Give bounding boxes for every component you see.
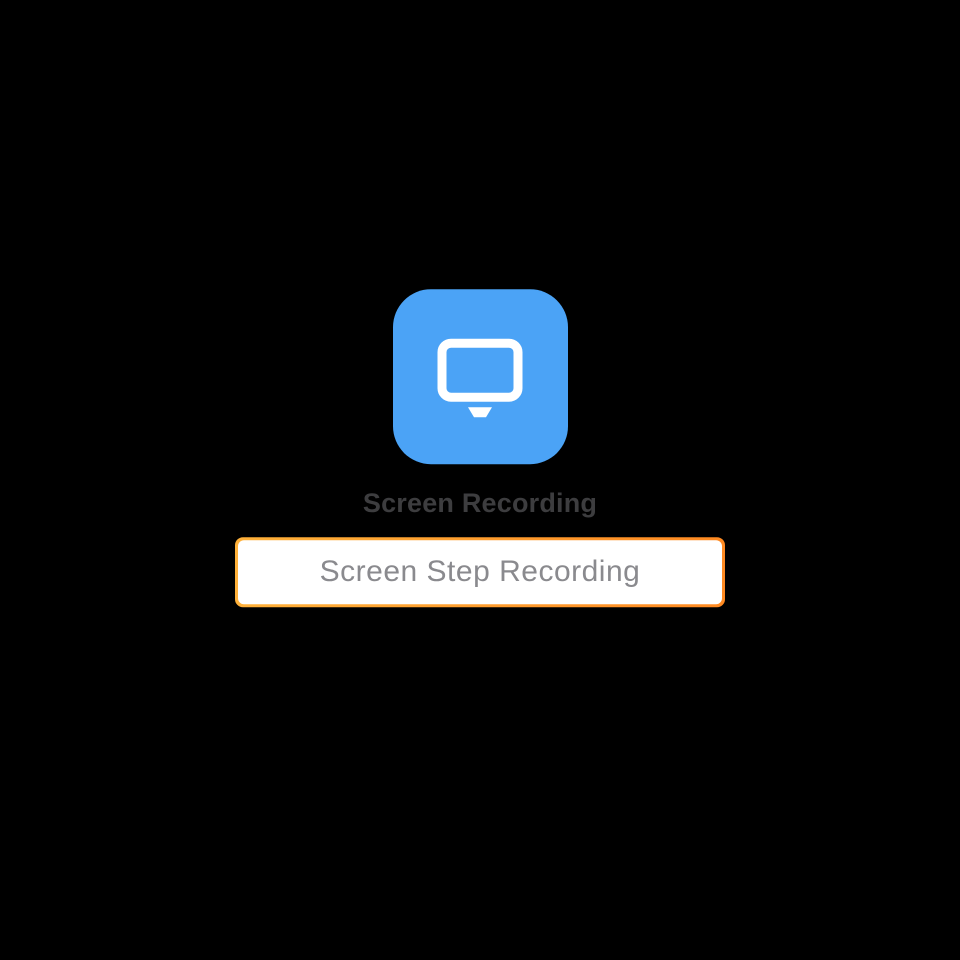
app-icon [393,289,568,464]
recording-panel: Screen Recording Screen Step Recording [235,289,725,607]
monitor-icon [430,327,530,427]
app-title: Screen Recording [363,488,597,519]
screen-step-recording-button[interactable]: Screen Step Recording [235,537,725,607]
step-button-wrap: Screen Step Recording [235,537,725,607]
step-button-label: Screen Step Recording [238,540,722,604]
